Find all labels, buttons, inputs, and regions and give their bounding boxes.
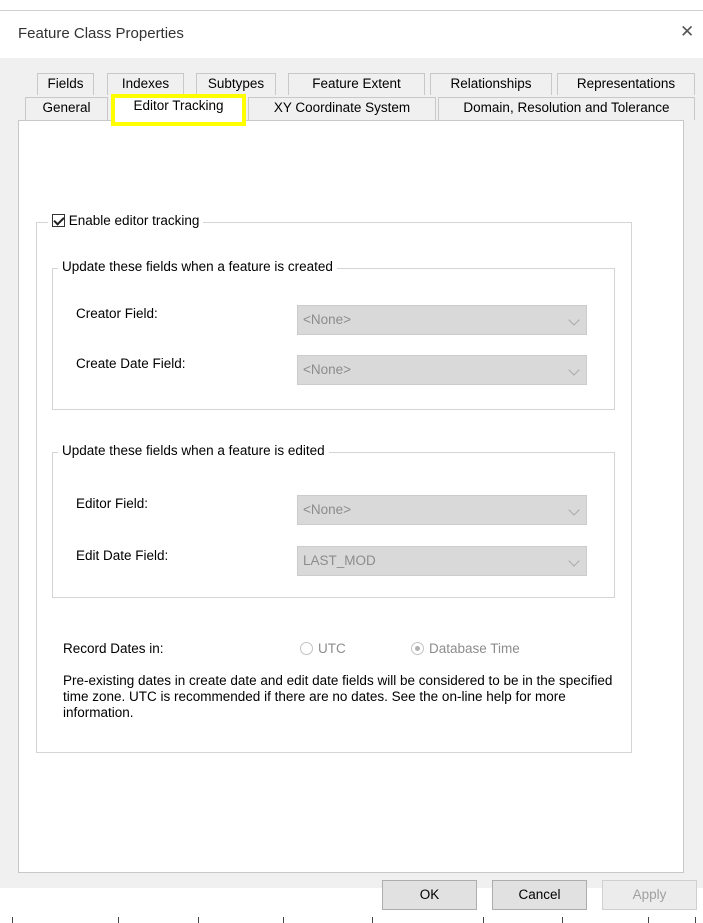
close-icon[interactable]: ✕ xyxy=(680,22,694,42)
database-time-radio-label: Database Time xyxy=(429,641,520,656)
window-title: Feature Class Properties xyxy=(18,25,184,42)
window-top-border xyxy=(0,10,703,11)
editor-field-select[interactable]: <None> xyxy=(297,495,587,525)
checkmark-icon xyxy=(53,214,65,226)
record-dates-label: Record Dates in: xyxy=(63,641,164,656)
enable-tracking-checkbox[interactable] xyxy=(52,214,65,227)
chevron-down-icon xyxy=(568,364,580,376)
utc-radio-label: UTC xyxy=(318,641,346,656)
editor-field-value: <None> xyxy=(303,502,352,517)
edited-group-legend: Update these fields when a feature is ed… xyxy=(58,443,329,458)
tab-xy-coordinate-system[interactable]: XY Coordinate System xyxy=(248,97,436,120)
tab-fields[interactable]: Fields xyxy=(37,73,94,95)
apply-button[interactable]: Apply xyxy=(602,880,697,910)
utc-radio[interactable] xyxy=(300,642,313,655)
chevron-down-icon xyxy=(568,314,580,326)
editor-field-label: Editor Field: xyxy=(76,496,149,511)
tab-representations[interactable]: Representations xyxy=(557,73,695,95)
creator-field-label: Creator Field: xyxy=(76,306,158,321)
enable-tracking-label: Enable editor tracking xyxy=(68,213,200,228)
bottom-edge-marks xyxy=(0,916,703,923)
tab-domain-resolution-tolerance[interactable]: Domain, Resolution and Tolerance xyxy=(438,97,695,120)
ok-button[interactable]: OK xyxy=(382,880,477,910)
created-fields-group xyxy=(52,268,615,410)
creator-field-value: <None> xyxy=(303,312,352,327)
chevron-down-icon xyxy=(568,504,580,516)
edited-fields-group xyxy=(52,452,615,598)
cancel-button[interactable]: Cancel xyxy=(492,880,587,910)
chevron-down-icon xyxy=(568,555,580,567)
tab-general[interactable]: General xyxy=(25,97,108,120)
tab-subtypes[interactable]: Subtypes xyxy=(196,73,276,95)
edit-date-field-label: Edit Date Field: xyxy=(76,548,169,563)
tab-editor-tracking[interactable]: Editor Tracking xyxy=(111,95,246,121)
created-group-legend: Update these fields when a feature is cr… xyxy=(58,259,337,274)
create-date-field-value: <None> xyxy=(303,362,352,377)
tab-relationships[interactable]: Relationships xyxy=(430,73,552,95)
tab-feature-extent[interactable]: Feature Extent xyxy=(288,73,425,95)
create-date-field-select[interactable]: <None> xyxy=(297,355,587,385)
database-time-radio[interactable] xyxy=(411,642,424,655)
enable-tracking-checkbox-row[interactable]: Enable editor tracking xyxy=(48,213,204,228)
edit-date-field-value: LAST_MOD xyxy=(303,553,376,568)
radio-selected-dot xyxy=(415,646,420,651)
tab-indexes[interactable]: Indexes xyxy=(107,73,184,95)
time-zone-note: Pre-existing dates in create date and ed… xyxy=(63,673,613,720)
edit-date-field-select[interactable]: LAST_MOD xyxy=(297,546,587,576)
create-date-field-label: Create Date Field: xyxy=(76,356,186,371)
creator-field-select[interactable]: <None> xyxy=(297,305,587,335)
